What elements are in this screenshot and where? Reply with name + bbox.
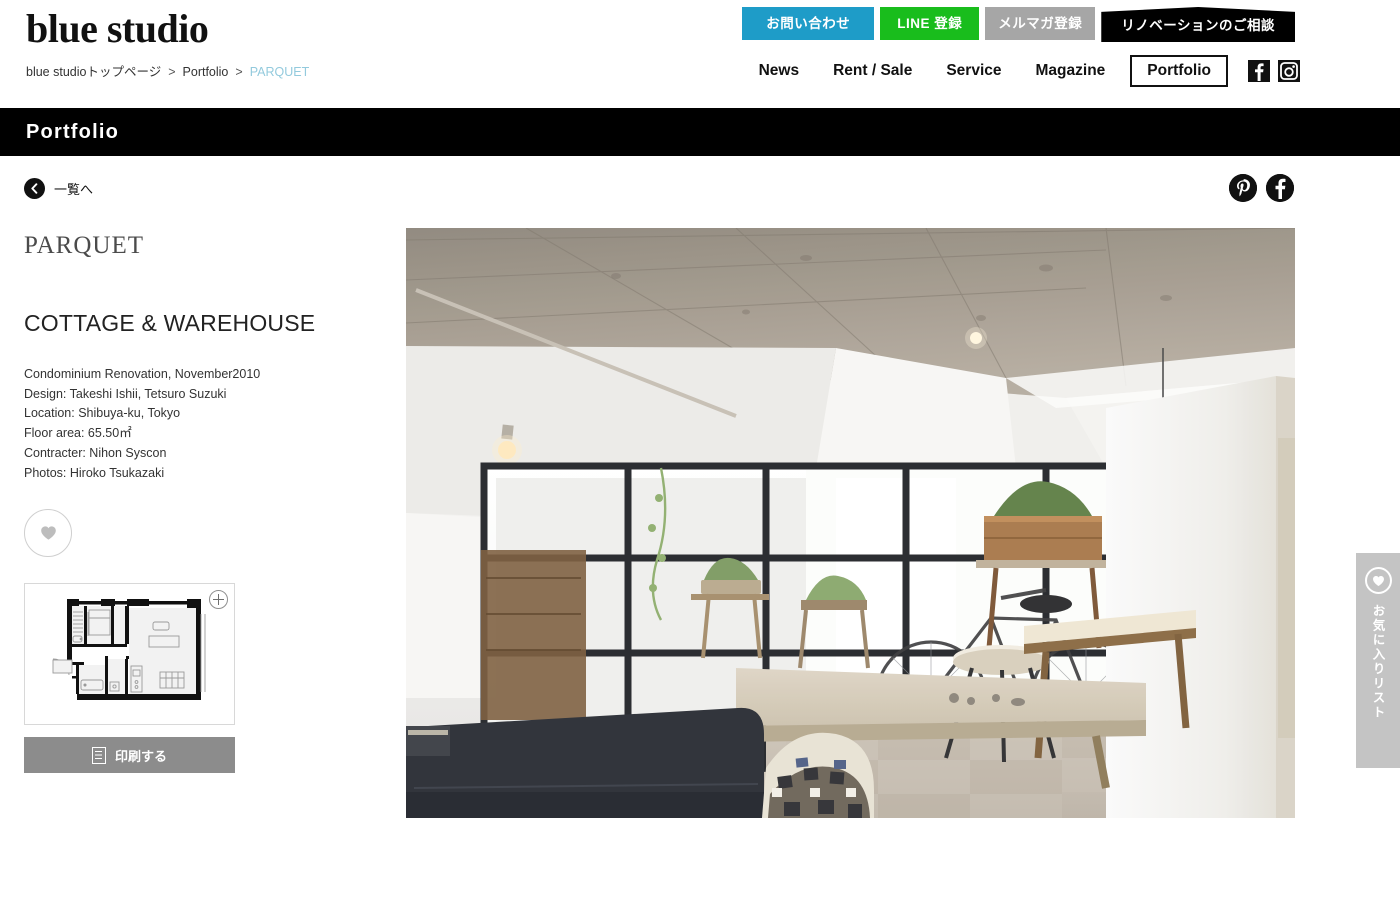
content-area: PARQUET COTTAGE & WAREHOUSE Condominium … <box>0 228 1400 901</box>
add-to-favorites-button[interactable] <box>24 509 72 558</box>
nav-item-service[interactable]: Service <box>929 56 1018 86</box>
chevron-left-icon <box>24 178 45 199</box>
spec-line-photos: Photos: Hiroko Tsukazaki <box>24 465 165 480</box>
breadcrumb-separator-2: > <box>235 65 243 79</box>
spec-line-floor-area: Floor area: 65.50㎡ <box>24 426 132 441</box>
heart-icon <box>1364 567 1392 594</box>
share-icons <box>1229 174 1294 202</box>
facebook-icon[interactable] <box>1248 60 1270 82</box>
renovation-consult-button[interactable]: リノベーションのご相談 <box>1101 7 1295 42</box>
page-title-bar: Portfolio <box>0 108 1400 156</box>
nav-item-news[interactable]: News <box>742 56 817 86</box>
contact-button[interactable]: お問い合わせ <box>742 7 875 40</box>
sub-bar: 一覧へ <box>0 156 1400 228</box>
nav-item-magazine[interactable]: Magazine <box>1019 56 1123 86</box>
top-action-buttons: お問い合わせ LINE 登録 メルマガ登録 リノベーションのご相談 <box>742 7 1295 42</box>
spec-line-design: Design: Takeshi Ishii, Tetsuro Suzuki <box>24 386 227 401</box>
favorites-list-label: お気に入りリスト <box>1370 604 1385 720</box>
pinterest-share-icon[interactable] <box>1229 174 1257 202</box>
spec-line-contractor: Contracter: Nihon Syscon <box>24 445 167 460</box>
project-brandmark: PARQUET <box>24 232 144 259</box>
instagram-icon[interactable] <box>1278 60 1300 82</box>
facebook-share-icon[interactable] <box>1266 174 1294 202</box>
floorplan-drawing <box>25 584 234 725</box>
breadcrumb-current: PARQUET <box>249 65 310 79</box>
document-icon <box>91 746 106 764</box>
project-main-photo[interactable] <box>406 228 1295 818</box>
print-button[interactable]: 印刷する <box>24 737 235 774</box>
spec-line-location: Location: Shibuya-ku, Tokyo <box>24 406 181 421</box>
project-info-column: PARQUET COTTAGE & WAREHOUSE Condominium … <box>24 228 384 774</box>
floorplan-thumbnail[interactable] <box>24 583 235 726</box>
nav-item-portfolio[interactable]: Portfolio <box>1130 55 1228 87</box>
project-specs: Condominium Renovation, November2010 Des… <box>24 365 384 483</box>
site-logo[interactable]: blue studio <box>26 6 209 52</box>
page-title: Portfolio <box>26 120 120 143</box>
back-to-list-label: 一覧へ <box>54 182 94 197</box>
main-navigation: News Rent / Sale Service Magazine Portfo… <box>742 55 1300 87</box>
favorites-list-tab[interactable]: お気に入りリスト <box>1356 553 1400 768</box>
heart-icon <box>40 525 57 541</box>
breadcrumb-home[interactable]: blue studioトップページ <box>26 65 161 79</box>
nav-item-rent-sale[interactable]: Rent / Sale <box>816 56 929 86</box>
project-title: COTTAGE & WAREHOUSE <box>24 310 316 336</box>
breadcrumb-separator-1: > <box>168 65 176 79</box>
breadcrumb-portfolio[interactable]: Portfolio <box>183 65 229 79</box>
site-header: blue studio blue studioトップページ > Portfolio >… <box>0 0 1400 108</box>
mailmagazine-button[interactable]: メルマガ登録 <box>985 7 1096 40</box>
back-to-list-link[interactable]: 一覧へ <box>24 178 93 199</box>
print-button-label: 印刷する <box>114 748 167 764</box>
breadcrumb: blue studioトップページ > Portfolio > PARQUET <box>26 61 309 80</box>
spec-line-type: Condominium Renovation, November2010 <box>24 367 261 381</box>
line-register-button[interactable]: LINE 登録 <box>880 7 980 40</box>
